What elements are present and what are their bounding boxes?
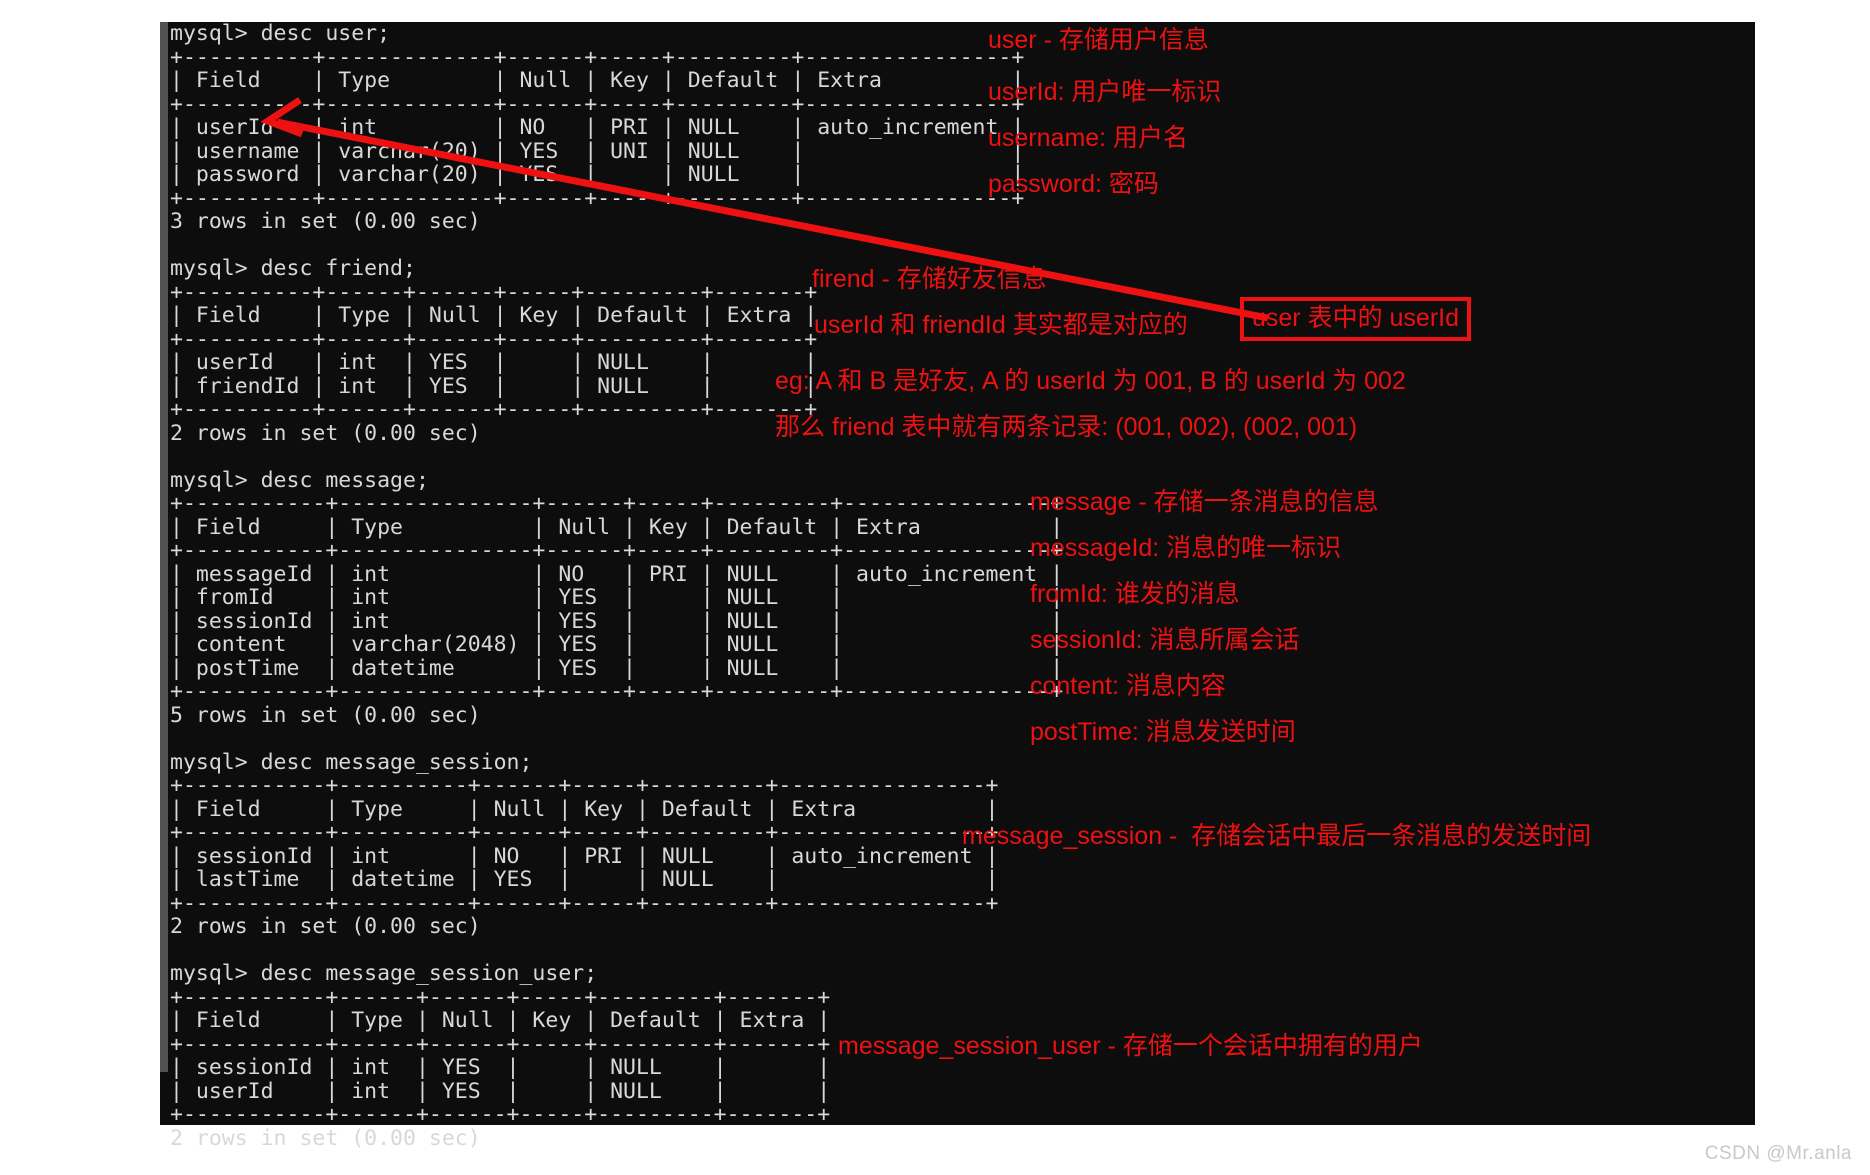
terminal-scrollbar[interactable] — [160, 22, 168, 1125]
annotation-message-content: content: 消息内容 — [1030, 672, 1226, 700]
annotation-user-userid: userId: 用户唯一标识 — [988, 78, 1222, 106]
terminal-output: mysql> desc user; +----------+----------… — [170, 21, 1064, 1151]
annotation-user-password: password: 密码 — [988, 170, 1159, 198]
annotation-message-sessionid: sessionId: 消息所属会话 — [1030, 626, 1300, 654]
annotation-message-session-user-title: message_session_user - 存储一个会话中拥有的用户 — [838, 1032, 1423, 1060]
annotation-message-session-title: message_session - 存储会话中最后一条消息的发送时间 — [962, 822, 1592, 850]
csdn-watermark: CSDN @Mr.anla — [1704, 1143, 1852, 1164]
annotation-user-username: username: 用户名 — [988, 124, 1189, 152]
scrollbar-thumb[interactable] — [160, 22, 168, 1072]
annotation-friend-boxed-note: user 表中的 userId — [1240, 297, 1472, 341]
annotation-friend-example-2: 那么 friend 表中就有两条记录: (001, 002), (002, 00… — [775, 413, 1358, 441]
annotation-friend-desc: userId 和 friendId 其实都是对应的 — [814, 311, 1188, 339]
annotation-message-messageid: messageId: 消息的唯一标识 — [1030, 534, 1342, 562]
annotation-friend-title: firend - 存储好友信息 — [812, 265, 1047, 293]
annotation-message-title: message - 存储一条消息的信息 — [1030, 488, 1379, 516]
terminal-window: mysql> desc user; +----------+----------… — [160, 22, 1755, 1150]
annotation-message-posttime: postTime: 消息发送时间 — [1030, 718, 1296, 746]
annotation-user-title: user - 存储用户信息 — [988, 26, 1209, 54]
annotation-message-fromid: fromId: 谁发的消息 — [1030, 580, 1240, 608]
annotation-friend-example-1: eg: A 和 B 是好友, A 的 userId 为 001, B 的 use… — [775, 367, 1406, 395]
screenshot-root: mysql> desc user; +----------+----------… — [0, 0, 1870, 1175]
